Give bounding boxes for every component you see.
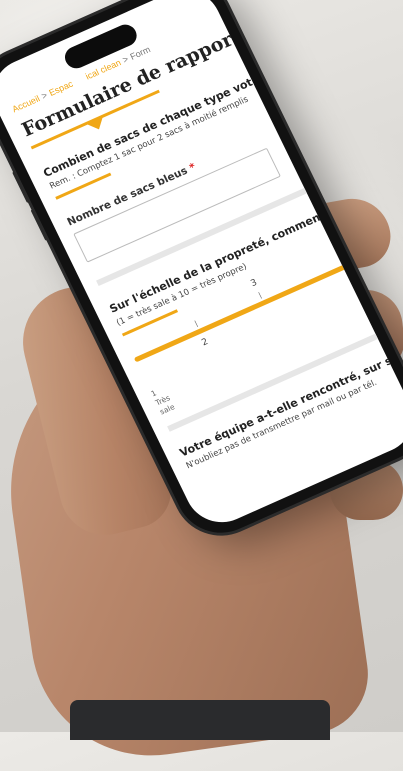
required-marker: * bbox=[187, 161, 198, 175]
sleeve bbox=[70, 700, 330, 740]
scale-number: 2 bbox=[200, 336, 210, 349]
breadcrumb-separator: > bbox=[120, 53, 131, 66]
scale-number: 3 bbox=[249, 277, 259, 290]
breadcrumb-espace[interactable]: Espac bbox=[47, 79, 74, 98]
breadcrumb-current: Form bbox=[128, 44, 153, 62]
breadcrumb-home[interactable]: Accueil bbox=[11, 93, 42, 114]
slider-tick: | bbox=[257, 291, 263, 300]
slider-tick: | bbox=[193, 319, 199, 328]
